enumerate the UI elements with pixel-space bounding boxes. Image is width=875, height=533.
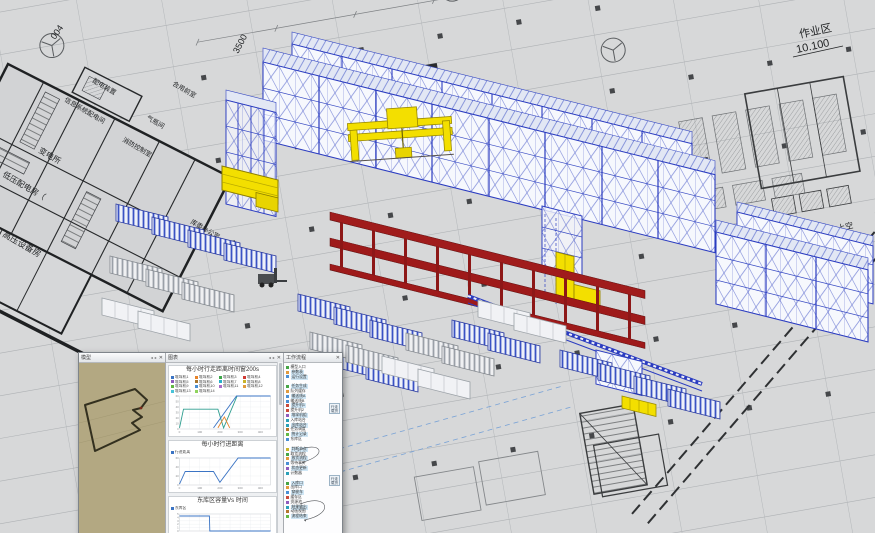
workflow-node[interactable]: 运行设置 <box>286 375 341 380</box>
svg-text:40: 40 <box>176 405 180 409</box>
legend-entry: 堆垛机13 <box>171 389 195 394</box>
svg-text:300: 300 <box>238 430 243 434</box>
workflow-status-chip: 行走载货 <box>329 475 340 486</box>
nav-prev-icon[interactable]: ◂ <box>269 355 271 360</box>
workflow-pane-header: 工作流程 ✕ <box>284 353 342 363</box>
svg-text:5: 5 <box>177 512 179 516</box>
svg-text:20: 20 <box>176 416 180 420</box>
legend-entry: 东库区 <box>171 506 186 511</box>
legend-entry: 堆垛机11 <box>219 384 243 389</box>
workflow-status-chip: 行走载货 <box>329 403 340 414</box>
vertical-scrollbar[interactable] <box>277 362 283 533</box>
close-icon[interactable]: ✕ <box>336 355 340 361</box>
chart-card-walk-distance: 每小时行走距离时间窗200s 堆垛机1堆垛机2堆垛机3堆垛机4堆垛机5堆垛机6堆… <box>168 365 277 437</box>
svg-text:0: 0 <box>179 486 181 490</box>
close-icon[interactable]: ✕ <box>277 355 281 361</box>
workflow-pane-title: 工作流程 <box>286 354 306 361</box>
workflow-node[interactable]: 东库区 <box>286 437 341 442</box>
chart-plot: 0100200300400012345 <box>171 512 274 533</box>
svg-text:200: 200 <box>217 486 222 490</box>
chart-card-travel-distance: 每小时行进距离 行进距离 01002003004000204060 <box>168 440 277 493</box>
workflow-pane: 工作流程 ✕ 模型入口参数表运行设置任务生成队列缓存输送线A输送线B提升机1提升… <box>284 353 342 533</box>
svg-text:50: 50 <box>176 400 180 404</box>
chart-plot: 01002003004000102030405060 <box>171 394 274 434</box>
chart-legend: 堆垛机1堆垛机2堆垛机3堆垛机4堆垛机5堆垛机6堆垛机7堆垛机8堆垛机9堆垛机1… <box>171 375 274 393</box>
svg-text:30: 30 <box>176 411 180 415</box>
nav-next-icon[interactable]: ▸ <box>155 355 157 360</box>
svg-text:20: 20 <box>176 474 180 478</box>
legend-entry: 行进距离 <box>171 450 190 455</box>
workflow-canvas[interactable]: 模型入口参数表运行设置任务生成队列缓存输送线A输送线B提升机1提升机2堆垛机组入… <box>284 363 342 533</box>
map-viewport[interactable] <box>79 363 165 533</box>
charts-pane: 图表 ◂ ▸ ✕ 每小时行走距离时间窗200s 堆垛机1堆垛机2堆垛机3堆垛机4… <box>166 353 284 533</box>
map-pane: 模型 ◂ ▸ ✕ <box>79 353 166 533</box>
map-pane-header: 模型 ◂ ▸ ✕ <box>79 353 165 363</box>
agv-path <box>85 389 147 451</box>
chart-legend: 行进距离 <box>171 450 274 455</box>
nav-next-icon[interactable]: ▸ <box>273 355 275 360</box>
workflow-node[interactable]: 流程结束 <box>286 514 341 519</box>
chart-card-east-capacity: 东库区容量Vs 时间 东库区 0100200300400012345 <box>168 496 277 533</box>
chart-legend: 东库区 <box>171 506 274 511</box>
map-pane-title: 模型 <box>81 354 91 361</box>
svg-text:60: 60 <box>176 456 180 460</box>
svg-text:0: 0 <box>179 430 181 434</box>
chart-title: 东库区容量Vs 时间 <box>171 498 274 505</box>
legend-entry: 堆垛机14 <box>195 389 219 394</box>
legend-entry: 堆垛机12 <box>243 384 267 389</box>
svg-text:60: 60 <box>176 394 180 398</box>
map-drawing <box>79 363 165 533</box>
application-screen: 004 3500 作业区 10.100 变电所 低压配电房（ 高压设备房 配电装… <box>0 0 875 533</box>
svg-text:100: 100 <box>197 430 202 434</box>
chart-plot: 01002003004000204060 <box>171 456 274 490</box>
vehicle-dot <box>140 407 143 410</box>
charts-pane-header: 图表 ◂ ▸ ✕ <box>166 353 283 363</box>
svg-text:100: 100 <box>197 486 202 490</box>
scrollbar-thumb[interactable] <box>279 363 282 405</box>
svg-text:400: 400 <box>258 486 263 490</box>
svg-text:200: 200 <box>217 430 222 434</box>
svg-text:300: 300 <box>238 486 243 490</box>
charts-pane-title: 图表 <box>168 354 178 361</box>
svg-text:4: 4 <box>177 515 179 519</box>
charts-scroll-area[interactable]: 每小时行走距离时间窗200s 堆垛机1堆垛机2堆垛机3堆垛机4堆垛机5堆垛机6堆… <box>166 363 283 533</box>
svg-text:400: 400 <box>258 430 263 434</box>
workflow-tree: 模型入口参数表运行设置任务生成队列缓存输送线A输送线B提升机1提升机2堆垛机组入… <box>286 365 341 524</box>
close-icon[interactable]: ✕ <box>159 355 163 361</box>
chart-title: 每小时行走距离时间窗200s <box>171 367 274 374</box>
svg-text:40: 40 <box>176 465 180 469</box>
simulation-window[interactable]: 模型 ◂ ▸ ✕ 图表 ◂ ▸ ✕ 每小时行走距离 <box>78 352 343 533</box>
svg-text:10: 10 <box>176 422 180 426</box>
chart-title: 每小时行进距离 <box>171 442 274 449</box>
nav-prev-icon[interactable]: ◂ <box>151 355 153 360</box>
